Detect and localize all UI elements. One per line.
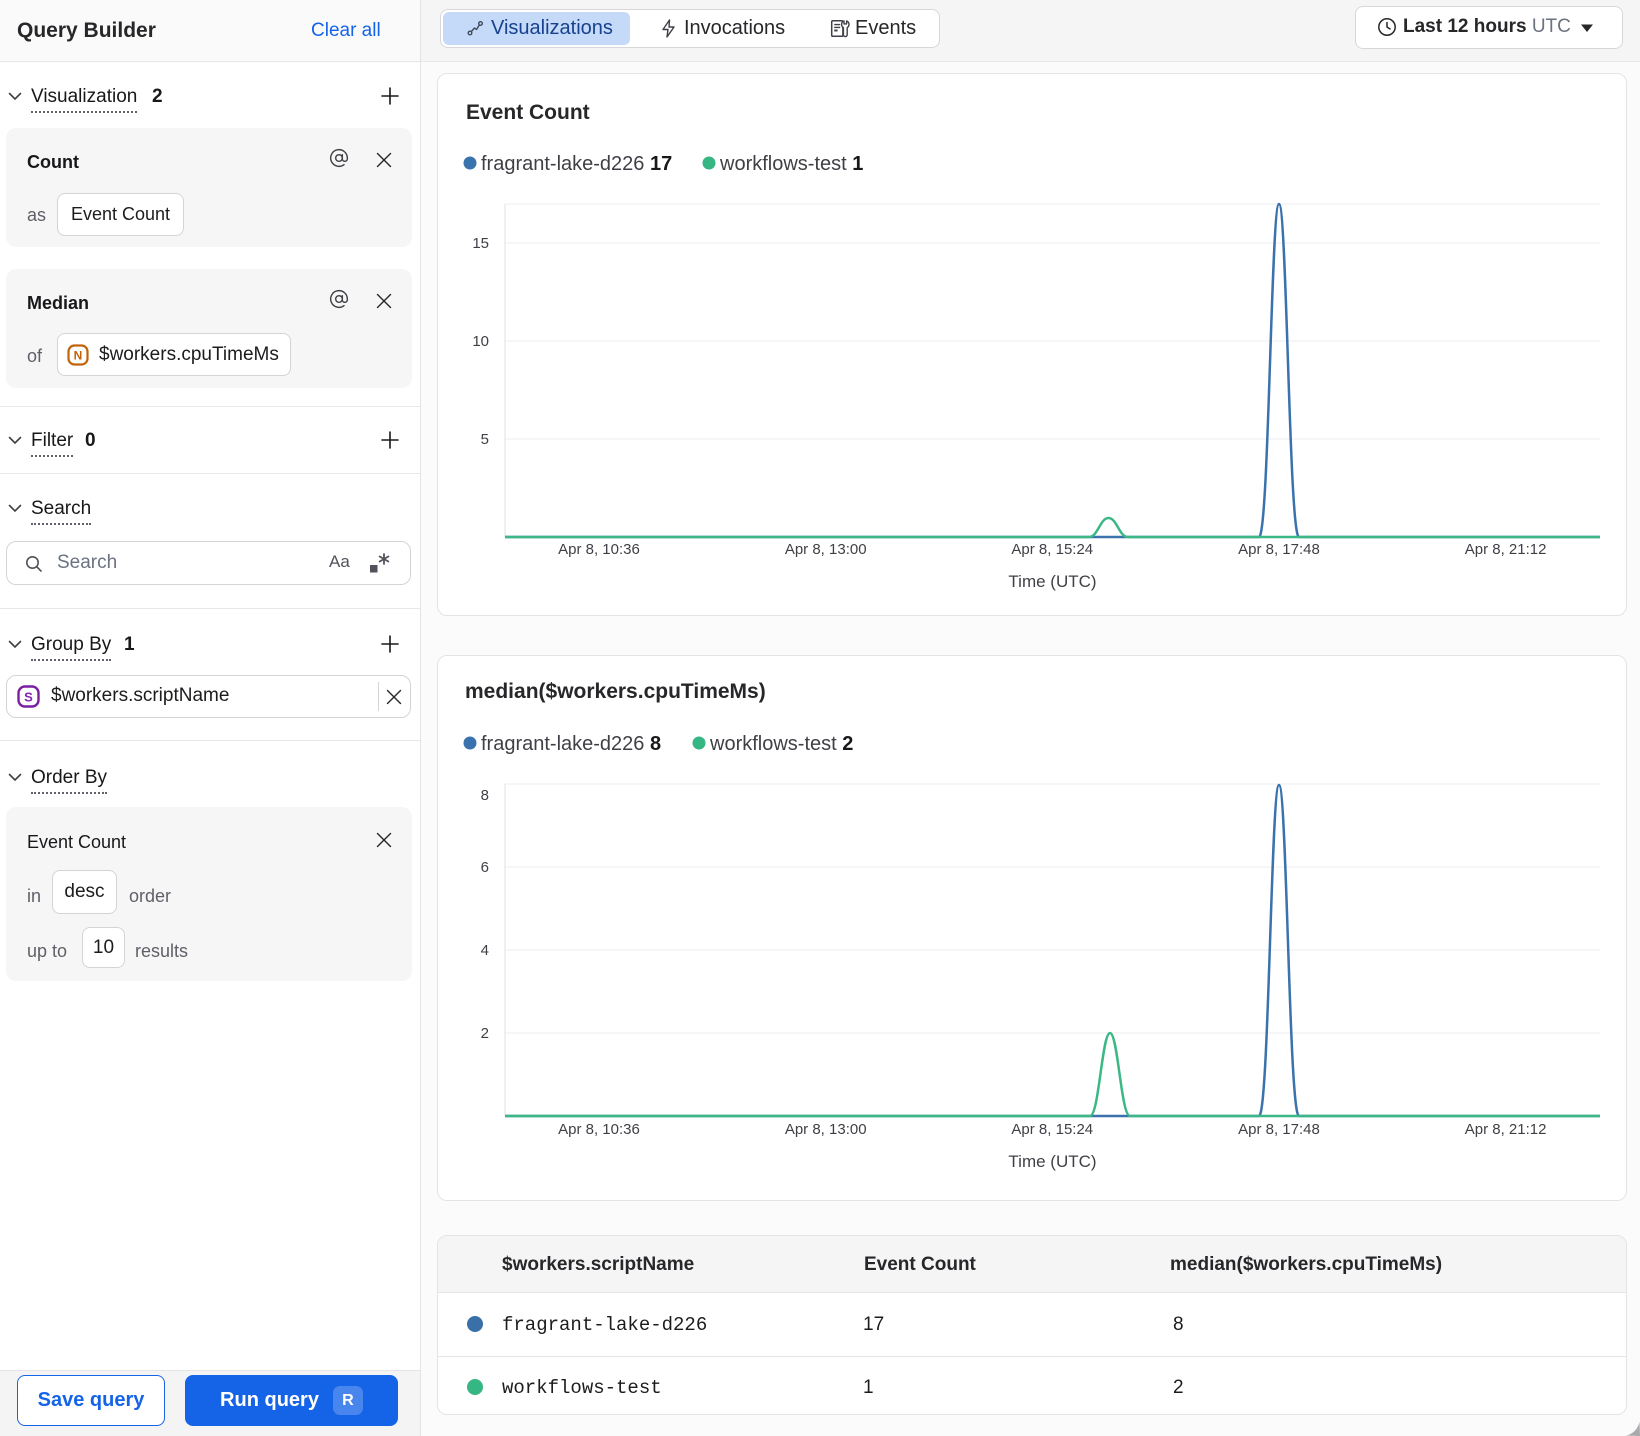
svg-text:Apr 8, 10:36: Apr 8, 10:36: [558, 541, 640, 558]
svg-text:Apr 8, 13:00: Apr 8, 13:00: [785, 1121, 867, 1138]
svg-text:Apr 8, 17:48: Apr 8, 17:48: [1238, 1121, 1320, 1138]
svg-text:Apr 8, 15:24: Apr 8, 15:24: [1011, 1121, 1093, 1138]
svg-text:Apr 8, 10:36: Apr 8, 10:36: [558, 1121, 640, 1138]
svg-text:15: 15: [472, 235, 489, 252]
svg-text:10: 10: [472, 333, 489, 350]
svg-text:8: 8: [481, 787, 489, 804]
svg-text:Apr 8, 17:48: Apr 8, 17:48: [1238, 541, 1320, 558]
svg-text:workflows-test 2: workflows-test 2: [709, 733, 853, 755]
svg-text:5: 5: [481, 431, 489, 448]
svg-text:6: 6: [481, 859, 489, 876]
svg-text:Apr 8, 13:00: Apr 8, 13:00: [785, 541, 867, 558]
svg-text:fragrant-lake-d226 17: fragrant-lake-d226 17: [481, 153, 672, 175]
svg-text:Time (UTC): Time (UTC): [1008, 572, 1096, 591]
svg-text:workflows-test 1: workflows-test 1: [719, 153, 863, 175]
svg-text:2: 2: [481, 1025, 489, 1042]
svg-text:4: 4: [481, 942, 489, 959]
svg-text:S: S: [24, 690, 33, 705]
svg-text:Apr 8, 21:12: Apr 8, 21:12: [1465, 1121, 1547, 1138]
svg-text:Apr 8, 21:12: Apr 8, 21:12: [1465, 541, 1547, 558]
svg-text:fragrant-lake-d226 8: fragrant-lake-d226 8: [481, 733, 661, 755]
svg-text:N: N: [74, 348, 83, 362]
svg-text:Time (UTC): Time (UTC): [1008, 1152, 1096, 1171]
svg-text:Apr 8, 15:24: Apr 8, 15:24: [1011, 541, 1093, 558]
